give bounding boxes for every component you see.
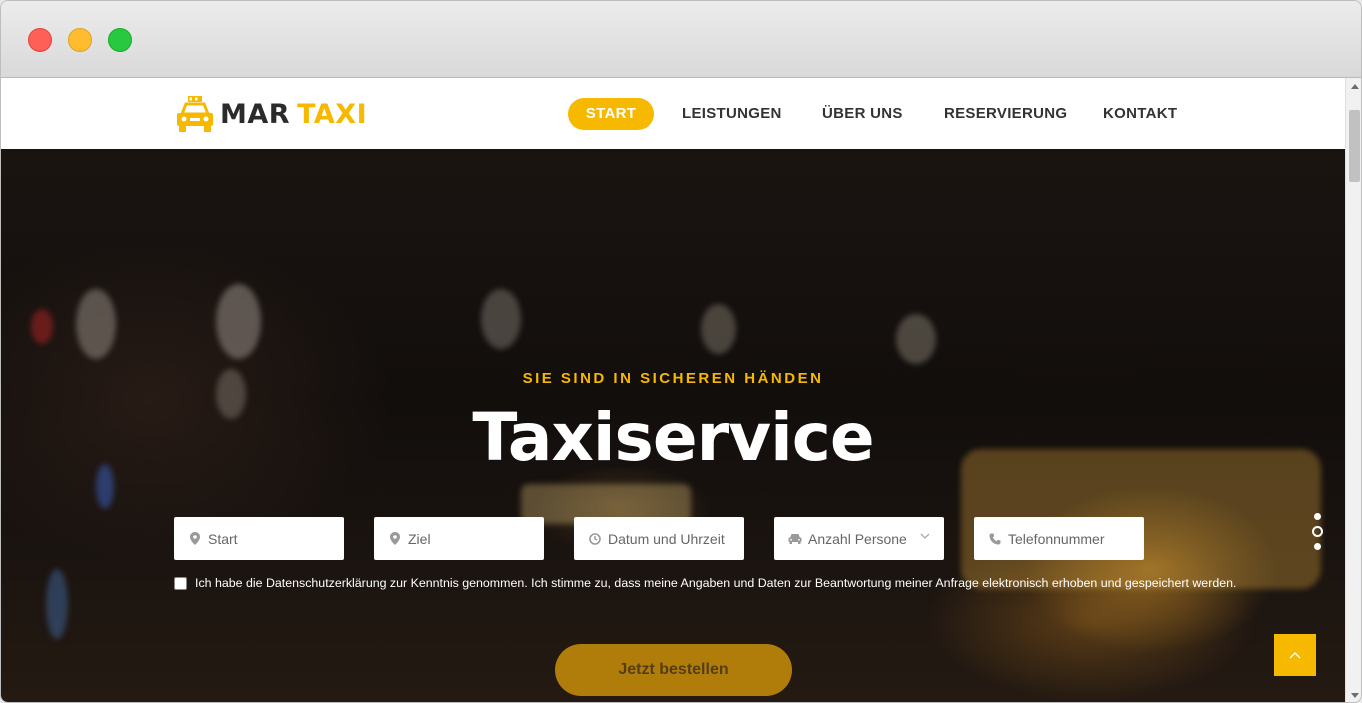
hero-section: SIE SIND IN SICHEREN HÄNDEN Taxiservice … bbox=[1, 149, 1345, 702]
bokeh-light bbox=[31, 309, 53, 344]
map-marker-icon bbox=[388, 532, 402, 546]
nav-kontakt[interactable]: KONTAKT bbox=[1103, 98, 1177, 130]
scroll-up-arrow-icon[interactable] bbox=[1351, 84, 1359, 89]
phone-input-placeholder: Telefonnummer bbox=[1008, 530, 1105, 547]
start-input[interactable]: Start bbox=[174, 517, 344, 560]
scrollbar-thumb[interactable] bbox=[1349, 110, 1360, 182]
browser-window: MAR TAXI START LEISTUNGEN ÜBER UNS RESER… bbox=[0, 0, 1362, 703]
slider-dot-2-active[interactable] bbox=[1311, 526, 1323, 537]
clock-icon bbox=[588, 532, 602, 546]
site-logo[interactable]: MAR TAXI bbox=[174, 94, 367, 134]
order-now-button[interactable]: Jetzt bestellen bbox=[555, 644, 792, 696]
slider-pagination bbox=[1311, 513, 1323, 556]
destination-input-placeholder: Ziel bbox=[408, 530, 431, 547]
hero-title: Taxiservice bbox=[472, 399, 874, 476]
back-to-top-button[interactable] bbox=[1274, 634, 1316, 676]
hero-subtitle: SIE SIND IN SICHEREN HÄNDEN bbox=[522, 370, 824, 387]
bokeh-light bbox=[216, 284, 261, 359]
minimize-window-button[interactable] bbox=[68, 28, 92, 52]
datetime-input-placeholder: Datum und Uhrzeit bbox=[608, 530, 725, 547]
close-window-button[interactable] bbox=[28, 28, 52, 52]
chevron-up-icon bbox=[1289, 652, 1301, 659]
phone-icon bbox=[988, 532, 1002, 546]
bokeh-light bbox=[46, 569, 68, 639]
bokeh-light bbox=[481, 289, 521, 349]
privacy-consent: Ich habe die Datenschutzerklärung zur Ke… bbox=[174, 576, 1236, 590]
nav-leistungen[interactable]: LEISTUNGEN bbox=[682, 98, 782, 130]
bokeh-light bbox=[76, 289, 116, 359]
start-input-placeholder: Start bbox=[208, 530, 238, 547]
slider-dot-3[interactable] bbox=[1313, 543, 1321, 550]
map-marker-icon bbox=[188, 532, 202, 546]
destination-input[interactable]: Ziel bbox=[374, 517, 544, 560]
passengers-select[interactable]: Anzahl Persone bbox=[774, 517, 944, 560]
nav-start[interactable]: START bbox=[568, 98, 654, 130]
page-scrollbar[interactable] bbox=[1345, 78, 1361, 702]
logo-text-taxi: TAXI bbox=[297, 98, 368, 130]
chevron-down-icon bbox=[920, 530, 930, 542]
phone-input[interactable]: Telefonnummer bbox=[974, 517, 1144, 560]
scroll-down-arrow-icon[interactable] bbox=[1351, 693, 1359, 698]
passengers-select-placeholder: Anzahl Persone bbox=[808, 530, 907, 547]
site-header: MAR TAXI START LEISTUNGEN ÜBER UNS RESER… bbox=[1, 78, 1345, 149]
window-titlebar bbox=[1, 1, 1361, 78]
page-viewport: MAR TAXI START LEISTUNGEN ÜBER UNS RESER… bbox=[1, 78, 1345, 702]
privacy-consent-label: Ich habe die Datenschutzerklärung zur Ke… bbox=[195, 576, 1237, 590]
privacy-consent-checkbox[interactable] bbox=[174, 576, 187, 590]
bokeh-light bbox=[701, 304, 736, 354]
slider-dot-1[interactable] bbox=[1313, 513, 1321, 520]
nav-ueber-uns[interactable]: ÜBER UNS bbox=[822, 98, 903, 130]
bokeh-light bbox=[896, 314, 936, 364]
maximize-window-button[interactable] bbox=[108, 28, 132, 52]
nav-reservierung[interactable]: RESERVIERUNG bbox=[944, 98, 1067, 130]
datetime-input[interactable]: Datum und Uhrzeit bbox=[574, 517, 744, 560]
car-icon bbox=[788, 532, 802, 546]
logo-text-mar: MAR bbox=[220, 98, 291, 130]
taxi-logo-icon bbox=[177, 96, 213, 132]
